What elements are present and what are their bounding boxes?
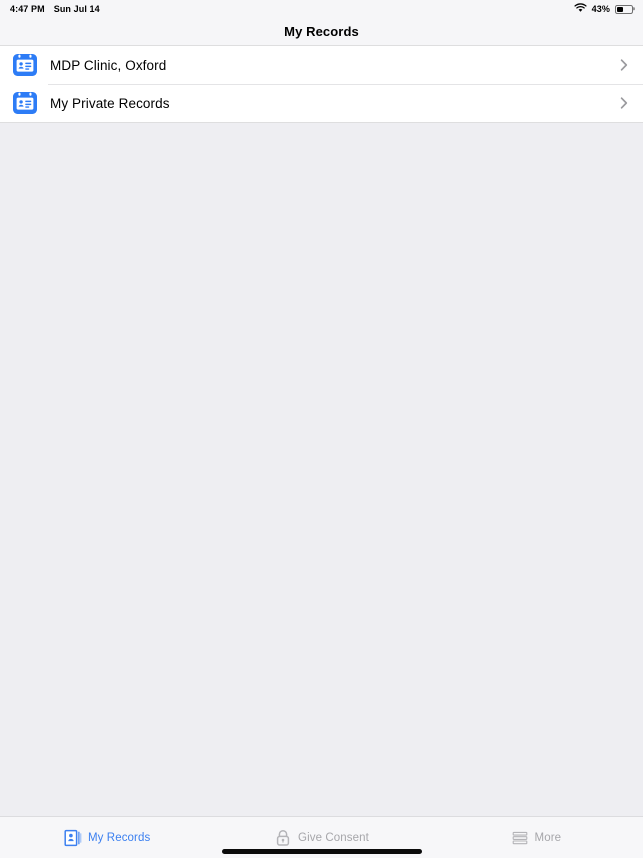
wifi-icon (574, 3, 587, 15)
home-indicator[interactable] (221, 849, 422, 854)
stack-lines-icon (511, 829, 529, 847)
tab-bar: My Records Give Consent More (0, 816, 643, 858)
status-bar-left: 4:47 PM Sun Jul 14 (10, 4, 100, 14)
tab-label: Give Consent (298, 831, 369, 844)
page-title: My Records (284, 24, 359, 39)
status-bar: 4:47 PM Sun Jul 14 43% (0, 0, 643, 18)
status-date: Sun Jul 14 (53, 4, 100, 14)
chevron-right-icon (619, 58, 629, 72)
list-item-label: My Private Records (50, 95, 170, 111)
battery-icon (615, 4, 633, 14)
lock-icon (274, 829, 292, 847)
status-time: 4:47 PM (10, 4, 45, 14)
list-item-label: MDP Clinic, Oxford (50, 57, 167, 73)
app-root: 4:47 PM Sun Jul 14 43% My Records MDP Cl… (0, 0, 643, 858)
battery-percent-label: 43% (591, 4, 610, 14)
battery-fill (617, 6, 624, 12)
tab-label: My Records (87, 831, 151, 844)
chevron-right-icon (619, 96, 629, 110)
id-card-icon (12, 52, 38, 78)
id-card-icon (12, 90, 38, 116)
navigation-bar: My Records (0, 18, 643, 46)
records-card-icon (64, 829, 82, 847)
list-item[interactable]: MDP Clinic, Oxford (0, 46, 643, 84)
tab-label: More (534, 831, 562, 844)
content-area (0, 123, 643, 816)
list-item[interactable]: My Private Records (0, 84, 643, 122)
tab-my-records[interactable]: My Records (0, 817, 214, 858)
records-list: MDP Clinic, Oxford My Private Records (0, 46, 643, 123)
tab-more[interactable]: More (429, 817, 643, 858)
status-bar-right: 43% (574, 3, 633, 15)
